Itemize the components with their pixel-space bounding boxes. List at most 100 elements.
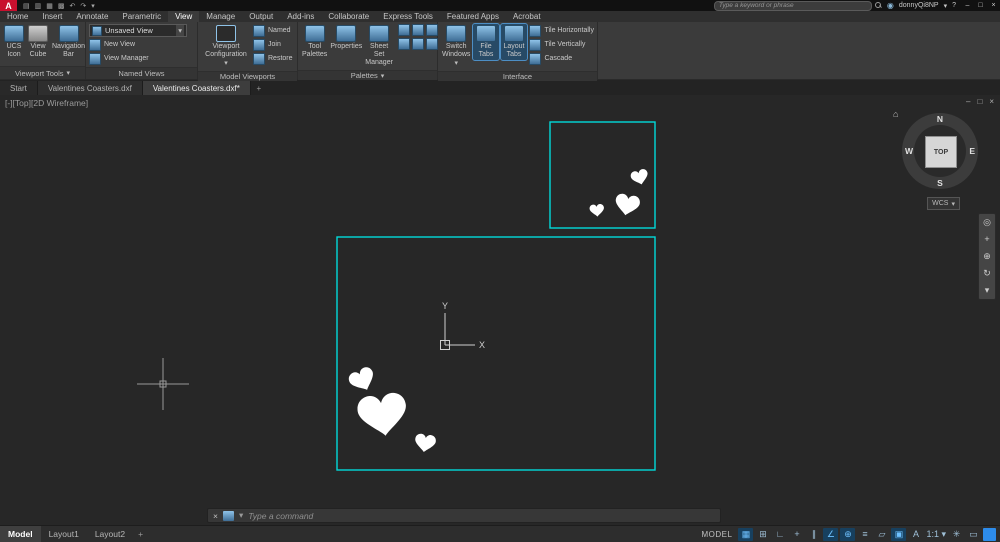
tile-vertically-button[interactable]: Tile Vertically <box>529 38 594 51</box>
menu-tab-view[interactable]: View <box>168 11 199 22</box>
file-tab-1[interactable]: Valentines Coasters.dxf <box>38 81 143 95</box>
view-combo[interactable]: Unsaved View ▾ <box>89 24 187 37</box>
lineweight-icon[interactable]: ≡ <box>857 528 872 541</box>
named-views-panel-label[interactable]: Named Views <box>86 67 197 79</box>
drawing-area[interactable]: [-][Top][2D Wireframe] – □ × YX TOP N S … <box>0 95 1000 526</box>
menu-tab-add-ins[interactable]: Add-ins <box>280 11 321 22</box>
view-cube-north[interactable]: N <box>937 114 943 124</box>
help-icon[interactable]: ? <box>952 2 956 9</box>
orbit-icon[interactable]: ↻ <box>983 269 991 278</box>
ucs-icon-button[interactable]: UCS Icon <box>3 24 25 60</box>
user-avatar-icon[interactable]: ◉ <box>887 1 894 10</box>
dynamic-input-icon[interactable]: + <box>789 528 804 541</box>
model-space-badge[interactable]: MODEL <box>702 530 733 539</box>
heart-shape-1[interactable] <box>613 193 641 218</box>
navigation-bar-button[interactable]: Navigation Bar <box>51 24 86 60</box>
restore-viewports-button[interactable]: Restore <box>253 52 293 65</box>
model-viewports-panel-label[interactable]: Model Viewports <box>198 71 297 81</box>
menu-tab-insert[interactable]: Insert <box>35 11 69 22</box>
ortho-mode-icon[interactable]: ∥ <box>806 528 821 541</box>
heart-shape-5[interactable] <box>414 433 437 453</box>
viewport-controls-label[interactable]: [-][Top][2D Wireframe] <box>5 98 88 108</box>
redo-icon[interactable]: ↷ <box>80 2 86 10</box>
interface-panel-label[interactable]: Interface <box>438 71 597 81</box>
maximize-button[interactable]: □ <box>974 2 987 9</box>
properties-button[interactable]: Properties <box>330 24 362 52</box>
wcs-selector[interactable]: WCS ▾ <box>927 197 960 210</box>
heart-shape-4[interactable] <box>356 391 410 439</box>
minimize-button[interactable]: – <box>961 2 974 9</box>
print-icon[interactable]: ▩ <box>58 2 65 10</box>
view-cube-west[interactable]: W <box>905 146 913 156</box>
pan-icon[interactable]: + <box>984 235 989 244</box>
menu-tab-home[interactable]: Home <box>0 11 35 22</box>
new-tab-button[interactable]: + <box>251 81 267 95</box>
command-history-icon[interactable]: ▾ <box>239 510 243 521</box>
menu-tab-annotate[interactable]: Annotate <box>69 11 115 22</box>
menu-tab-acrobat[interactable]: Acrobat <box>506 11 548 22</box>
view-cube-top-face[interactable]: TOP <box>925 136 957 168</box>
tile-horizontally-button[interactable]: Tile Horizontally <box>529 24 594 37</box>
menu-tab-collaborate[interactable]: Collaborate <box>321 11 376 22</box>
user-name[interactable]: donnyQi8NP <box>899 2 939 9</box>
menu-tab-express-tools[interactable]: Express Tools <box>376 11 440 22</box>
navigation-wheel-icon[interactable]: ◎ <box>983 218 991 227</box>
selection-cycling-icon[interactable]: ▣ <box>891 528 906 541</box>
viewport-tools-panel-label[interactable]: Viewport Tools ▾ <box>0 66 85 79</box>
layout-tabs-button[interactable]: Layout Tabs <box>501 24 528 60</box>
open-icon[interactable]: ▥ <box>35 2 42 10</box>
markup-import-icon[interactable] <box>412 38 424 50</box>
view-cube-button[interactable]: View Cube <box>27 24 49 60</box>
viewport-configuration-button[interactable]: Viewport Configuration ▾ <box>201 24 251 69</box>
annotation-monitor-icon[interactable]: ▭ <box>966 528 981 541</box>
home-icon[interactable]: ⌂ <box>893 109 898 119</box>
zoom-icon[interactable]: ⊕ <box>983 252 991 261</box>
command-macros-icon[interactable] <box>426 24 438 36</box>
sheet-set-manager-button[interactable]: Sheet Set Manager <box>364 24 394 68</box>
workspace-switching-icon[interactable]: ✳ <box>949 528 964 541</box>
menu-tab-manage[interactable]: Manage <box>199 11 242 22</box>
grid-display-icon[interactable]: ▦ <box>738 528 753 541</box>
viewport-minimize-icon[interactable]: – <box>966 97 970 106</box>
command-close-icon[interactable]: × <box>213 511 218 521</box>
switch-windows-button[interactable]: Switch Windows ▾ <box>441 24 471 69</box>
blocks-palette-icon[interactable] <box>398 24 410 36</box>
layout-tab-model[interactable]: Model <box>0 526 41 542</box>
cascade-button[interactable]: Cascade <box>529 52 594 65</box>
command-line[interactable]: × ▾ Type a command <box>207 508 721 523</box>
navigation-bar[interactable]: ◎+⊕↻▾ <box>978 213 996 300</box>
join-viewports-button[interactable]: Join <box>253 38 293 51</box>
count-palette-icon[interactable] <box>412 24 424 36</box>
menu-tab-featured-apps[interactable]: Featured Apps <box>440 11 506 22</box>
search-icon[interactable] <box>875 2 882 9</box>
combo-dropdown-icon[interactable]: ▾ <box>176 25 184 36</box>
menu-tab-parametric[interactable]: Parametric <box>115 11 168 22</box>
transparency-icon[interactable]: ▱ <box>874 528 889 541</box>
view-cube-east[interactable]: E <box>969 146 975 156</box>
infer-constraints-icon[interactable]: ∟ <box>772 528 787 541</box>
tool-palettes-button[interactable]: Tool Palettes <box>301 24 328 60</box>
viewport-restore-icon[interactable]: □ <box>977 97 982 106</box>
object-snap-icon[interactable]: ⊕ <box>840 528 855 541</box>
file-tab-0[interactable]: Start <box>0 81 38 95</box>
file-tabs-button[interactable]: File Tabs <box>473 24 498 60</box>
layout-tab-layout2[interactable]: Layout2 <box>87 526 133 542</box>
drawing-canvas[interactable]: YX <box>0 95 1000 526</box>
search-input[interactable] <box>714 1 872 11</box>
save-icon[interactable]: ▦ <box>46 2 53 10</box>
viewport-close-icon[interactable]: × <box>989 97 994 106</box>
view-manager-button[interactable]: View Manager <box>89 52 194 65</box>
annotation-visibility-icon[interactable]: A <box>908 528 923 541</box>
new-view-button[interactable]: New View <box>89 38 194 51</box>
heart-shape-0[interactable] <box>630 168 650 187</box>
palettes-panel-label[interactable]: Palettes ▾ <box>298 70 437 80</box>
command-input[interactable]: Type a command <box>248 511 313 521</box>
polar-tracking-icon[interactable]: ∠ <box>823 528 838 541</box>
clean-screen-icon[interactable] <box>983 528 996 541</box>
annotation-scale-icon[interactable]: 1:1 ▾ <box>925 528 947 541</box>
snap-mode-icon[interactable]: ⊞ <box>755 528 770 541</box>
close-button[interactable]: × <box>987 2 1000 9</box>
command-customize-icon[interactable] <box>223 511 234 521</box>
layout-tab-layout1[interactable]: Layout1 <box>41 526 87 542</box>
add-layout-button[interactable]: + <box>133 526 148 542</box>
